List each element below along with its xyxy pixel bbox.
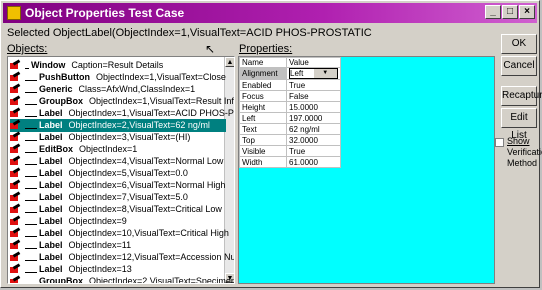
alignment-value: Left: [290, 69, 304, 78]
property-value-cell[interactable]: Left ▼: [286, 67, 341, 80]
object-capture-icon: [10, 73, 20, 82]
property-value[interactable]: 32.0000: [286, 134, 341, 146]
show-verification-checkbox[interactable]: [495, 138, 504, 147]
tree-line-icon: [25, 146, 37, 153]
property-value[interactable]: 197.0000: [286, 112, 341, 124]
objects-label: Objects:: [7, 43, 48, 55]
tree-line-icon: [25, 230, 37, 237]
alignment-dropdown[interactable]: Left ▼: [289, 68, 338, 79]
tree-line-icon: [25, 218, 37, 225]
close-button[interactable]: ×: [519, 5, 535, 19]
objects-list[interactable]: ▲ ▼ Window Caption=Result Details PushButt…: [7, 56, 235, 284]
property-value[interactable]: 61.0000: [286, 156, 341, 168]
tree-line-icon: [25, 194, 37, 201]
tree-line-icon: [25, 86, 37, 93]
property-row[interactable]: Text 62 ng/ml: [239, 123, 341, 135]
property-value[interactable]: 15.0000: [286, 101, 341, 113]
object-capture-icon: [10, 229, 20, 238]
property-row[interactable]: Height 15.0000: [239, 101, 341, 113]
object-type: GroupBox: [39, 276, 83, 284]
tree-line-icon: [25, 278, 37, 283]
object-capture-icon: [10, 265, 20, 274]
ok-button[interactable]: OK: [501, 34, 537, 54]
property-value[interactable]: True: [286, 79, 341, 91]
property-row[interactable]: Width 61.0000: [239, 156, 341, 168]
properties-table: Name Value Alignment Left ▼ Enabled True Focu…: [239, 57, 341, 168]
object-properties-window: Object Properties Test Case _ □ × Select…: [0, 0, 542, 288]
object-capture-icon: [10, 109, 20, 118]
app-icon: [7, 6, 21, 20]
tree-line-icon: [25, 242, 37, 249]
objects-scrollbar[interactable]: ▲ ▼: [224, 57, 234, 283]
object-capture-icon: [10, 193, 20, 202]
tree-line-icon: [25, 266, 37, 273]
property-name: Left: [239, 112, 287, 124]
selected-object-label: Selected Object:: [7, 27, 88, 39]
tree-line-icon: [25, 182, 37, 189]
property-value[interactable]: False: [286, 90, 341, 102]
show-verification-label-line3: Method: [507, 158, 538, 168]
property-row[interactable]: Top 32.0000: [239, 134, 341, 146]
object-capture-icon: [10, 157, 20, 166]
edit-list-button[interactable]: Edit List: [501, 108, 537, 141]
property-name: Top: [239, 134, 287, 146]
property-name: Text: [239, 123, 287, 135]
object-capture-icon: [10, 85, 20, 94]
chevron-down-icon[interactable]: ▼: [313, 69, 337, 78]
object-capture-icon: [10, 169, 20, 178]
object-capture-icon: [10, 277, 20, 283]
object-capture-icon: [10, 217, 20, 226]
minimize-button[interactable]: _: [485, 5, 501, 19]
tree-line-icon: [25, 110, 37, 117]
tree-line-icon: [25, 122, 37, 129]
tree-line-icon: [25, 254, 37, 261]
object-capture-icon: [10, 133, 20, 142]
property-name: Focus: [239, 90, 287, 102]
show-verification-label-line2: Verification: [507, 147, 542, 157]
property-row[interactable]: Visible True: [239, 145, 341, 157]
object-description: ObjectIndex=2,VisualText=Specimen: [89, 276, 235, 284]
object-list-item[interactable]: GroupBox ObjectIndex=2,VisualText=Specime…: [10, 275, 235, 284]
object-capture-icon: [10, 205, 20, 214]
tree-line-icon: [25, 98, 37, 105]
selected-object-value: Label(ObjectIndex=1,VisualText=ACID PHOS…: [85, 27, 372, 39]
properties-header-name: Name: [239, 57, 287, 68]
tree-line-icon: [25, 206, 37, 213]
property-name: Visible: [239, 145, 287, 157]
property-name: Enabled: [239, 79, 287, 91]
show-verification-label-line1: Show: [507, 136, 530, 146]
object-capture-icon: [10, 97, 20, 106]
property-row[interactable]: Left 197.0000: [239, 112, 341, 124]
cancel-button[interactable]: Cancel: [501, 56, 537, 76]
maximize-button[interactable]: □: [502, 5, 518, 19]
object-capture-icon: [10, 253, 20, 262]
property-row[interactable]: Enabled True: [239, 79, 341, 91]
tree-line-icon: [25, 134, 37, 141]
window-title: Object Properties Test Case: [25, 6, 185, 20]
property-name: Height: [239, 101, 287, 113]
mouse-cursor-icon: ↖: [205, 42, 216, 56]
tree-line-icon: [25, 170, 37, 177]
object-capture-icon: [10, 181, 20, 190]
property-name: Alignment: [239, 67, 287, 80]
property-row[interactable]: Alignment Left ▼: [239, 67, 341, 80]
title-bar: Object Properties Test Case _ □ ×: [3, 3, 537, 23]
object-capture-icon: [10, 121, 20, 130]
scroll-up-arrow-icon[interactable]: ▲: [225, 57, 234, 67]
recapture-button[interactable]: Recapture: [501, 86, 542, 106]
tree-line-icon: [25, 74, 37, 81]
object-capture-icon: [10, 145, 20, 154]
properties-panel: Name Value Alignment Left ▼ Enabled True Focu…: [238, 56, 495, 284]
tree-line-icon: [25, 158, 37, 165]
object-capture-icon: [10, 61, 20, 70]
property-name: Width: [239, 156, 287, 168]
property-value[interactable]: True: [286, 145, 341, 157]
properties-label: Properties:: [239, 43, 293, 55]
property-row[interactable]: Focus False: [239, 90, 341, 102]
object-capture-icon: [10, 241, 20, 250]
property-value[interactable]: 62 ng/ml: [286, 123, 341, 135]
tree-line-icon: [25, 62, 29, 69]
properties-header-value: Value: [286, 57, 341, 68]
